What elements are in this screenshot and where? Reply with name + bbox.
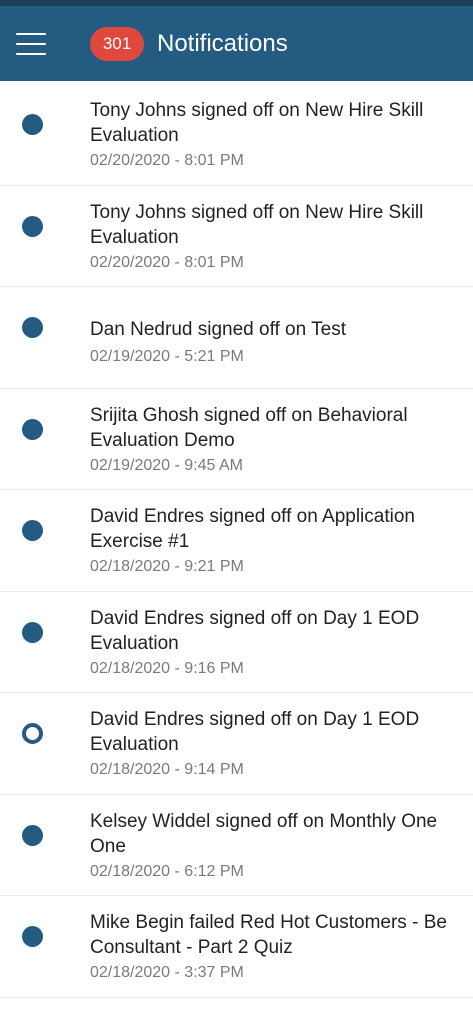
notification-item[interactable]: Mike Begin failed Red Hot Customers - Be… <box>0 896 473 998</box>
unread-dot-icon <box>22 114 43 135</box>
unread-dot-icon <box>22 824 43 846</box>
notification-list: Tony Johns signed off on New Hire Skill … <box>0 84 473 998</box>
notification-timestamp: 02/18/2020 - 6:12 PM <box>90 862 244 880</box>
notification-item[interactable]: Srijita Ghosh signed off on Behavioral E… <box>0 389 473 490</box>
unread-dot-icon <box>22 621 43 643</box>
notification-timestamp: 02/18/2020 - 9:16 PM <box>90 659 244 677</box>
notification-timestamp: 02/19/2020 - 9:45 AM <box>90 456 243 474</box>
notification-item[interactable]: Tony Johns signed off on New Hire Skill … <box>0 84 473 186</box>
unread-dot-icon <box>22 215 43 237</box>
notification-message: David Endres signed off on Day 1 EOD Eva… <box>90 709 420 755</box>
notification-message: David Endres signed off on Application E… <box>90 506 415 552</box>
notification-timestamp: 02/20/2020 - 8:01 PM <box>90 253 244 271</box>
unread-dot-icon <box>22 418 43 440</box>
unread-dot-icon <box>22 317 43 338</box>
notification-item[interactable]: David Endres signed off on Day 1 EOD Eva… <box>0 592 473 693</box>
notification-item[interactable]: Tony Johns signed off on New Hire Skill … <box>0 186 473 287</box>
unread-dot-icon <box>22 926 43 947</box>
notification-message: Tony Johns signed off on New Hire Skill … <box>90 201 424 248</box>
notification-message: Mike Begin failed Red Hot Customers - Be… <box>90 912 447 958</box>
notification-timestamp: 02/18/2020 - 9:21 PM <box>90 558 244 575</box>
notification-count-badge: 301 <box>90 27 144 61</box>
notification-message: Kelsey Widdel signed off on Monthly One … <box>90 810 438 857</box>
unread-dot-icon <box>22 520 43 541</box>
page-title: Notifications <box>157 30 288 57</box>
notification-timestamp: 02/18/2020 - 9:14 PM <box>90 761 244 778</box>
notification-item[interactable]: Dan Nedrud signed off on Test 02/19/2020… <box>0 287 473 389</box>
notification-timestamp: 02/19/2020 - 5:21 PM <box>90 348 244 365</box>
notification-message: Srijita Ghosh signed off on Behavioral E… <box>90 404 408 451</box>
notification-message: David Endres signed off on Day 1 EOD Eva… <box>90 607 420 654</box>
app-header: 301 Notifications <box>0 6 473 81</box>
read-ring-icon <box>22 723 43 744</box>
notification-item[interactable]: David Endres signed off on Application E… <box>0 490 473 592</box>
notification-message: Tony Johns signed off on New Hire Skill … <box>90 100 424 146</box>
notification-timestamp: 02/20/2020 - 8:01 PM <box>90 152 244 169</box>
notification-item[interactable]: David Endres signed off on Day 1 EOD Eva… <box>0 693 473 795</box>
notification-message: Dan Nedrud signed off on Test <box>90 319 346 340</box>
notification-item[interactable]: Kelsey Widdel signed off on Monthly One … <box>0 795 473 896</box>
hamburger-menu-icon[interactable] <box>14 28 50 60</box>
notification-timestamp: 02/18/2020 - 3:37 PM <box>90 964 244 981</box>
